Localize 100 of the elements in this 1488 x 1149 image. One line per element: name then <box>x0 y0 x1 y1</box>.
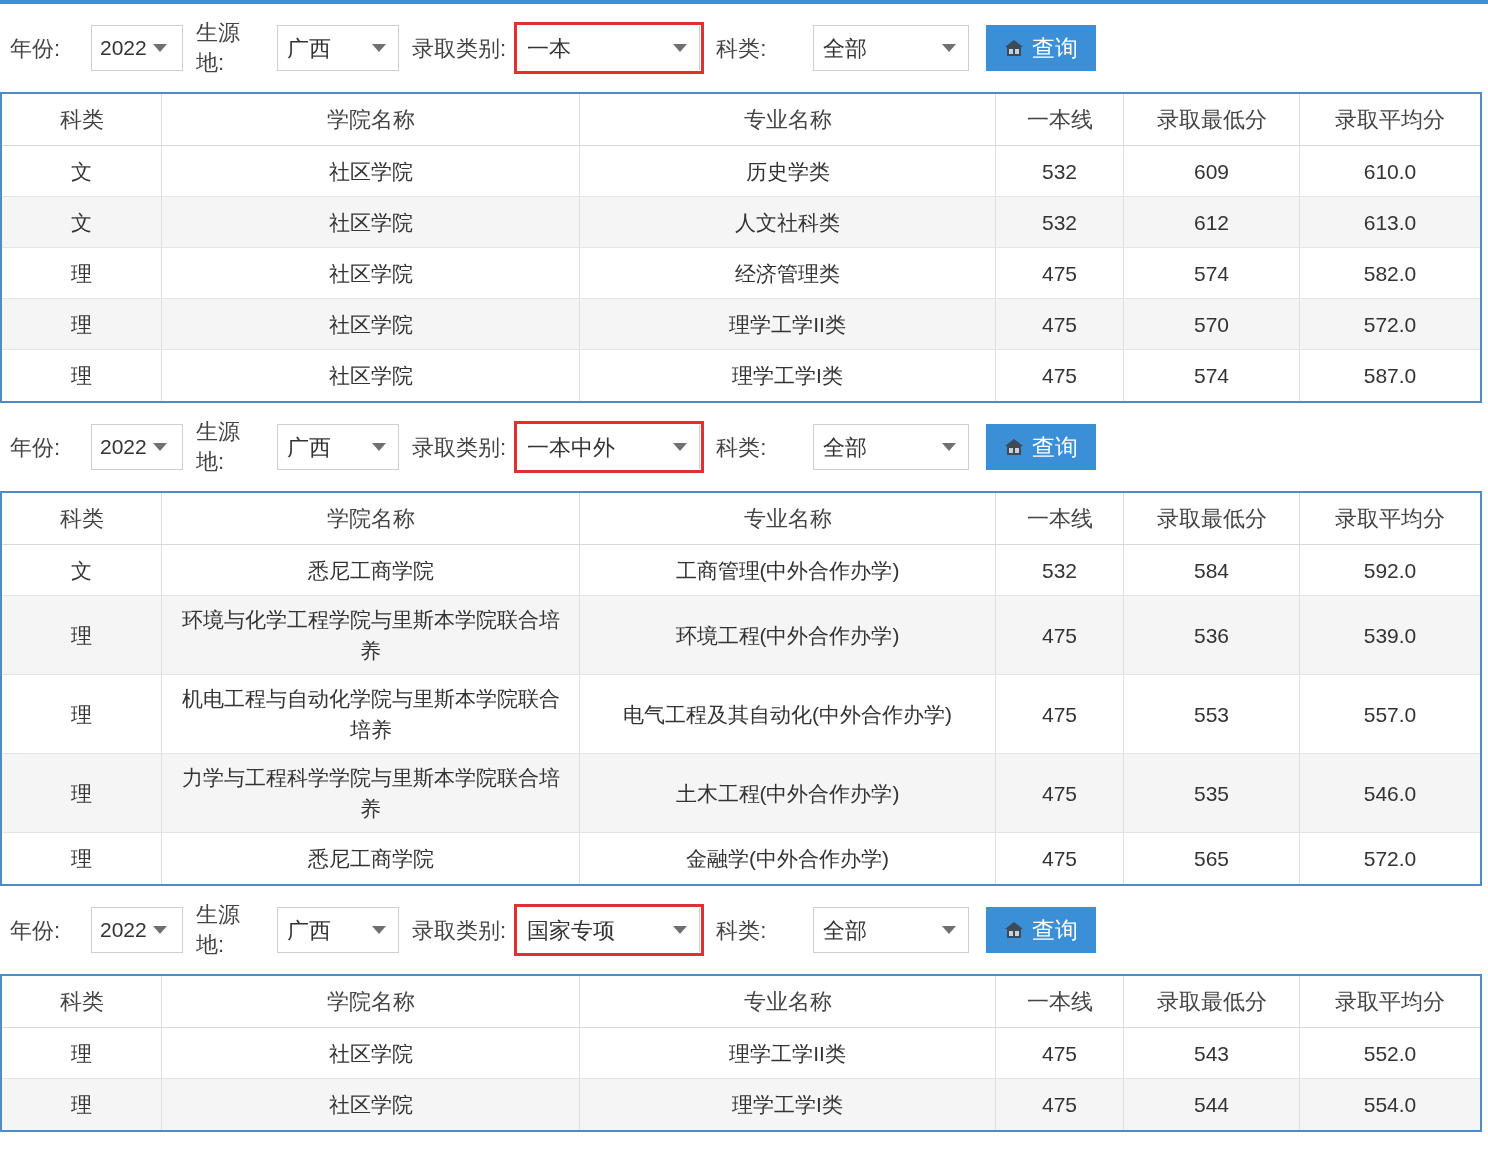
origin-label: 生源地: <box>196 418 241 476</box>
column-header: 学院名称 <box>162 493 580 544</box>
table-cell-text: 582.0 <box>1363 260 1417 287</box>
table-cell-text: 544 <box>1193 1092 1229 1118</box>
table-cell-text: 理 <box>71 260 92 287</box>
dropdown-caret-icon <box>152 443 167 451</box>
table-cell-text: 理学工学II类 <box>729 1040 846 1067</box>
table-cell-text: 理 <box>71 701 92 728</box>
table-cell-text: 工商管理(中外合作办学) <box>675 557 900 584</box>
column-header: 专业名称 <box>580 493 996 544</box>
subject-label: 科类: <box>716 433 768 462</box>
dropdown-caret-icon <box>942 44 957 52</box>
table-cell-text: 历史学类 <box>745 158 830 185</box>
dropdown-select[interactable]: 全部 <box>813 25 970 71</box>
table-cell-text: 610.0 <box>1363 158 1417 185</box>
table-cell-text: 553 <box>1193 701 1229 728</box>
table-cell-text: 572.0 <box>1363 311 1417 338</box>
dropdown-select[interactable]: 广西 <box>277 907 399 953</box>
column-header: 学院名称 <box>162 976 580 1027</box>
table-cell-text: 587.0 <box>1363 363 1417 389</box>
subject-label: 科类: <box>716 34 768 63</box>
table-cell-text: 612 <box>1193 209 1229 236</box>
table-cell-text: 土木工程(中外合作办学) <box>675 780 900 807</box>
table-cell-text: 理 <box>71 1092 92 1118</box>
column-header: 学院名称 <box>162 94 580 145</box>
table-cell-text: 552.0 <box>1363 1040 1417 1067</box>
table-cell-text: 理 <box>71 311 92 338</box>
table-cell-text: 539.0 <box>1363 622 1417 649</box>
dropdown-caret-icon <box>372 443 386 451</box>
table-cell-text: 475 <box>1041 701 1077 728</box>
table-cell-text: 力学与工程科学学院与里斯本学院联合培养 <box>180 765 561 822</box>
dropdown-caret-icon <box>942 926 957 934</box>
table-cell-text: 悉尼工商学院 <box>307 557 434 584</box>
table-cell-text: 理 <box>71 363 92 389</box>
category-label: 录取类别: <box>412 34 507 63</box>
table-cell-text: 584 <box>1193 557 1229 584</box>
dropdown-caret-icon <box>372 44 386 52</box>
table-cell-text: 613.0 <box>1363 209 1417 236</box>
table-cell-text: 475 <box>1041 363 1077 389</box>
dropdown-caret-icon <box>152 44 167 52</box>
column-header: 录取最低分 <box>1124 976 1300 1027</box>
dropdown-caret-icon <box>942 443 957 451</box>
table-cell-text: 社区学院 <box>328 1092 413 1118</box>
dropdown-caret-icon <box>372 926 386 934</box>
table-cell-text: 经济管理类 <box>735 260 840 287</box>
year-label: 年份: <box>10 916 62 945</box>
column-header: 科类 <box>2 94 162 145</box>
table-cell-text: 电气工程及其自动化(中外合作办学) <box>623 701 952 728</box>
table-cell-text: 543 <box>1193 1040 1229 1067</box>
dropdown-caret-icon <box>673 443 688 451</box>
table-cell-text: 609 <box>1193 158 1229 185</box>
table-cell-text: 475 <box>1041 780 1077 807</box>
column-header: 录取平均分 <box>1334 988 1446 1016</box>
table-cell-text: 文 <box>71 209 92 236</box>
table-cell-text: 475 <box>1041 846 1077 872</box>
year-label: 年份: <box>10 34 62 63</box>
dropdown-caret-icon <box>673 44 688 52</box>
table-cell-text: 理学工学I类 <box>732 363 843 389</box>
table-cell-text: 社区学院 <box>328 311 413 338</box>
dropdown-caret-icon <box>673 926 688 934</box>
table-cell-text: 理学工学I类 <box>732 1092 843 1118</box>
table-cell-text: 475 <box>1041 260 1077 287</box>
table-cell-text: 文 <box>71 557 92 584</box>
column-header: 一本线 <box>996 493 1124 544</box>
dropdown-select[interactable]: 广西 <box>277 25 399 71</box>
table-cell-text: 环境与化学工程学院与里斯本学院联合培养 <box>180 607 561 664</box>
table-cell-text: 社区学院 <box>328 363 413 389</box>
table-cell-text: 理 <box>71 780 92 807</box>
table-cell-text: 机电工程与自动化学院与里斯本学院联合培养 <box>180 686 561 743</box>
column-header: 录取最低分 <box>1124 493 1300 544</box>
column-header: 一本线 <box>996 976 1124 1027</box>
table-cell-text: 592.0 <box>1363 557 1417 584</box>
table-cell-text: 475 <box>1041 311 1077 338</box>
column-header: 专业名称 <box>580 976 996 1027</box>
table-cell-text: 悉尼工商学院 <box>307 846 434 872</box>
year-select[interactable]: 2022 <box>91 907 183 953</box>
house-icon <box>1004 39 1025 57</box>
table-cell-text: 社区学院 <box>328 158 413 185</box>
table-cell-text: 570 <box>1193 311 1229 338</box>
table-cell-text: 环境工程(中外合作办学) <box>675 622 900 649</box>
table-cell-text: 572.0 <box>1363 846 1417 872</box>
table-cell-text: 532 <box>1041 209 1077 236</box>
table-cell-text: 532 <box>1041 158 1077 185</box>
table-cell-text: 理学工学II类 <box>729 311 846 338</box>
table-cell-text: 574 <box>1193 363 1229 389</box>
house-icon <box>1004 438 1025 456</box>
year-select[interactable]: 2022 <box>91 25 183 71</box>
table-cell-text: 475 <box>1041 1092 1077 1118</box>
table-cell-text: 557.0 <box>1363 701 1417 728</box>
table-cell-text: 理 <box>71 1040 92 1067</box>
dropdown-select[interactable]: 全部 <box>813 907 970 953</box>
table-cell-text: 人文社科类 <box>735 209 840 236</box>
year-select[interactable]: 2022 <box>91 424 183 470</box>
dropdown-select[interactable]: 广西 <box>277 424 399 470</box>
table-cell-text: 536 <box>1193 622 1229 649</box>
table-cell-text: 文 <box>71 158 92 185</box>
table-cell-text: 475 <box>1041 1040 1077 1067</box>
dropdown-select[interactable]: 全部 <box>813 424 970 470</box>
house-icon <box>1004 921 1025 939</box>
table-cell-text: 475 <box>1041 622 1077 649</box>
